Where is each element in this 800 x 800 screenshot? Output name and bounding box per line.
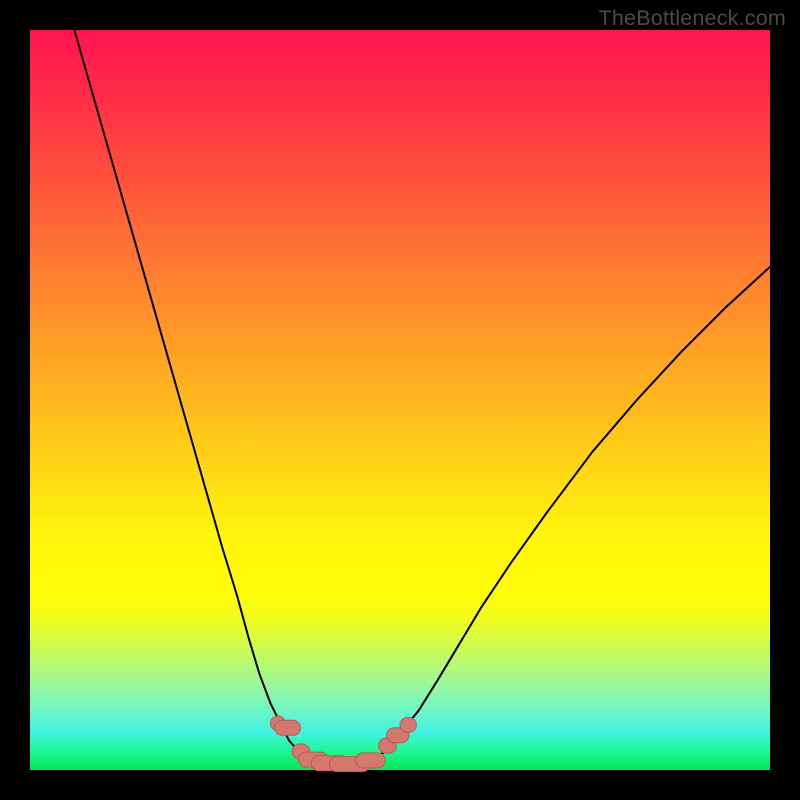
- watermark-text: TheBottleneck.com: [599, 6, 786, 31]
- curve-layer: [74, 30, 770, 764]
- chart-svg: [30, 30, 770, 770]
- marker-point: [275, 720, 301, 735]
- marker-point: [400, 717, 416, 732]
- chart-frame: TheBottleneck.com: [0, 0, 800, 800]
- marker-point: [356, 753, 386, 768]
- bottleneck-curve: [74, 30, 770, 764]
